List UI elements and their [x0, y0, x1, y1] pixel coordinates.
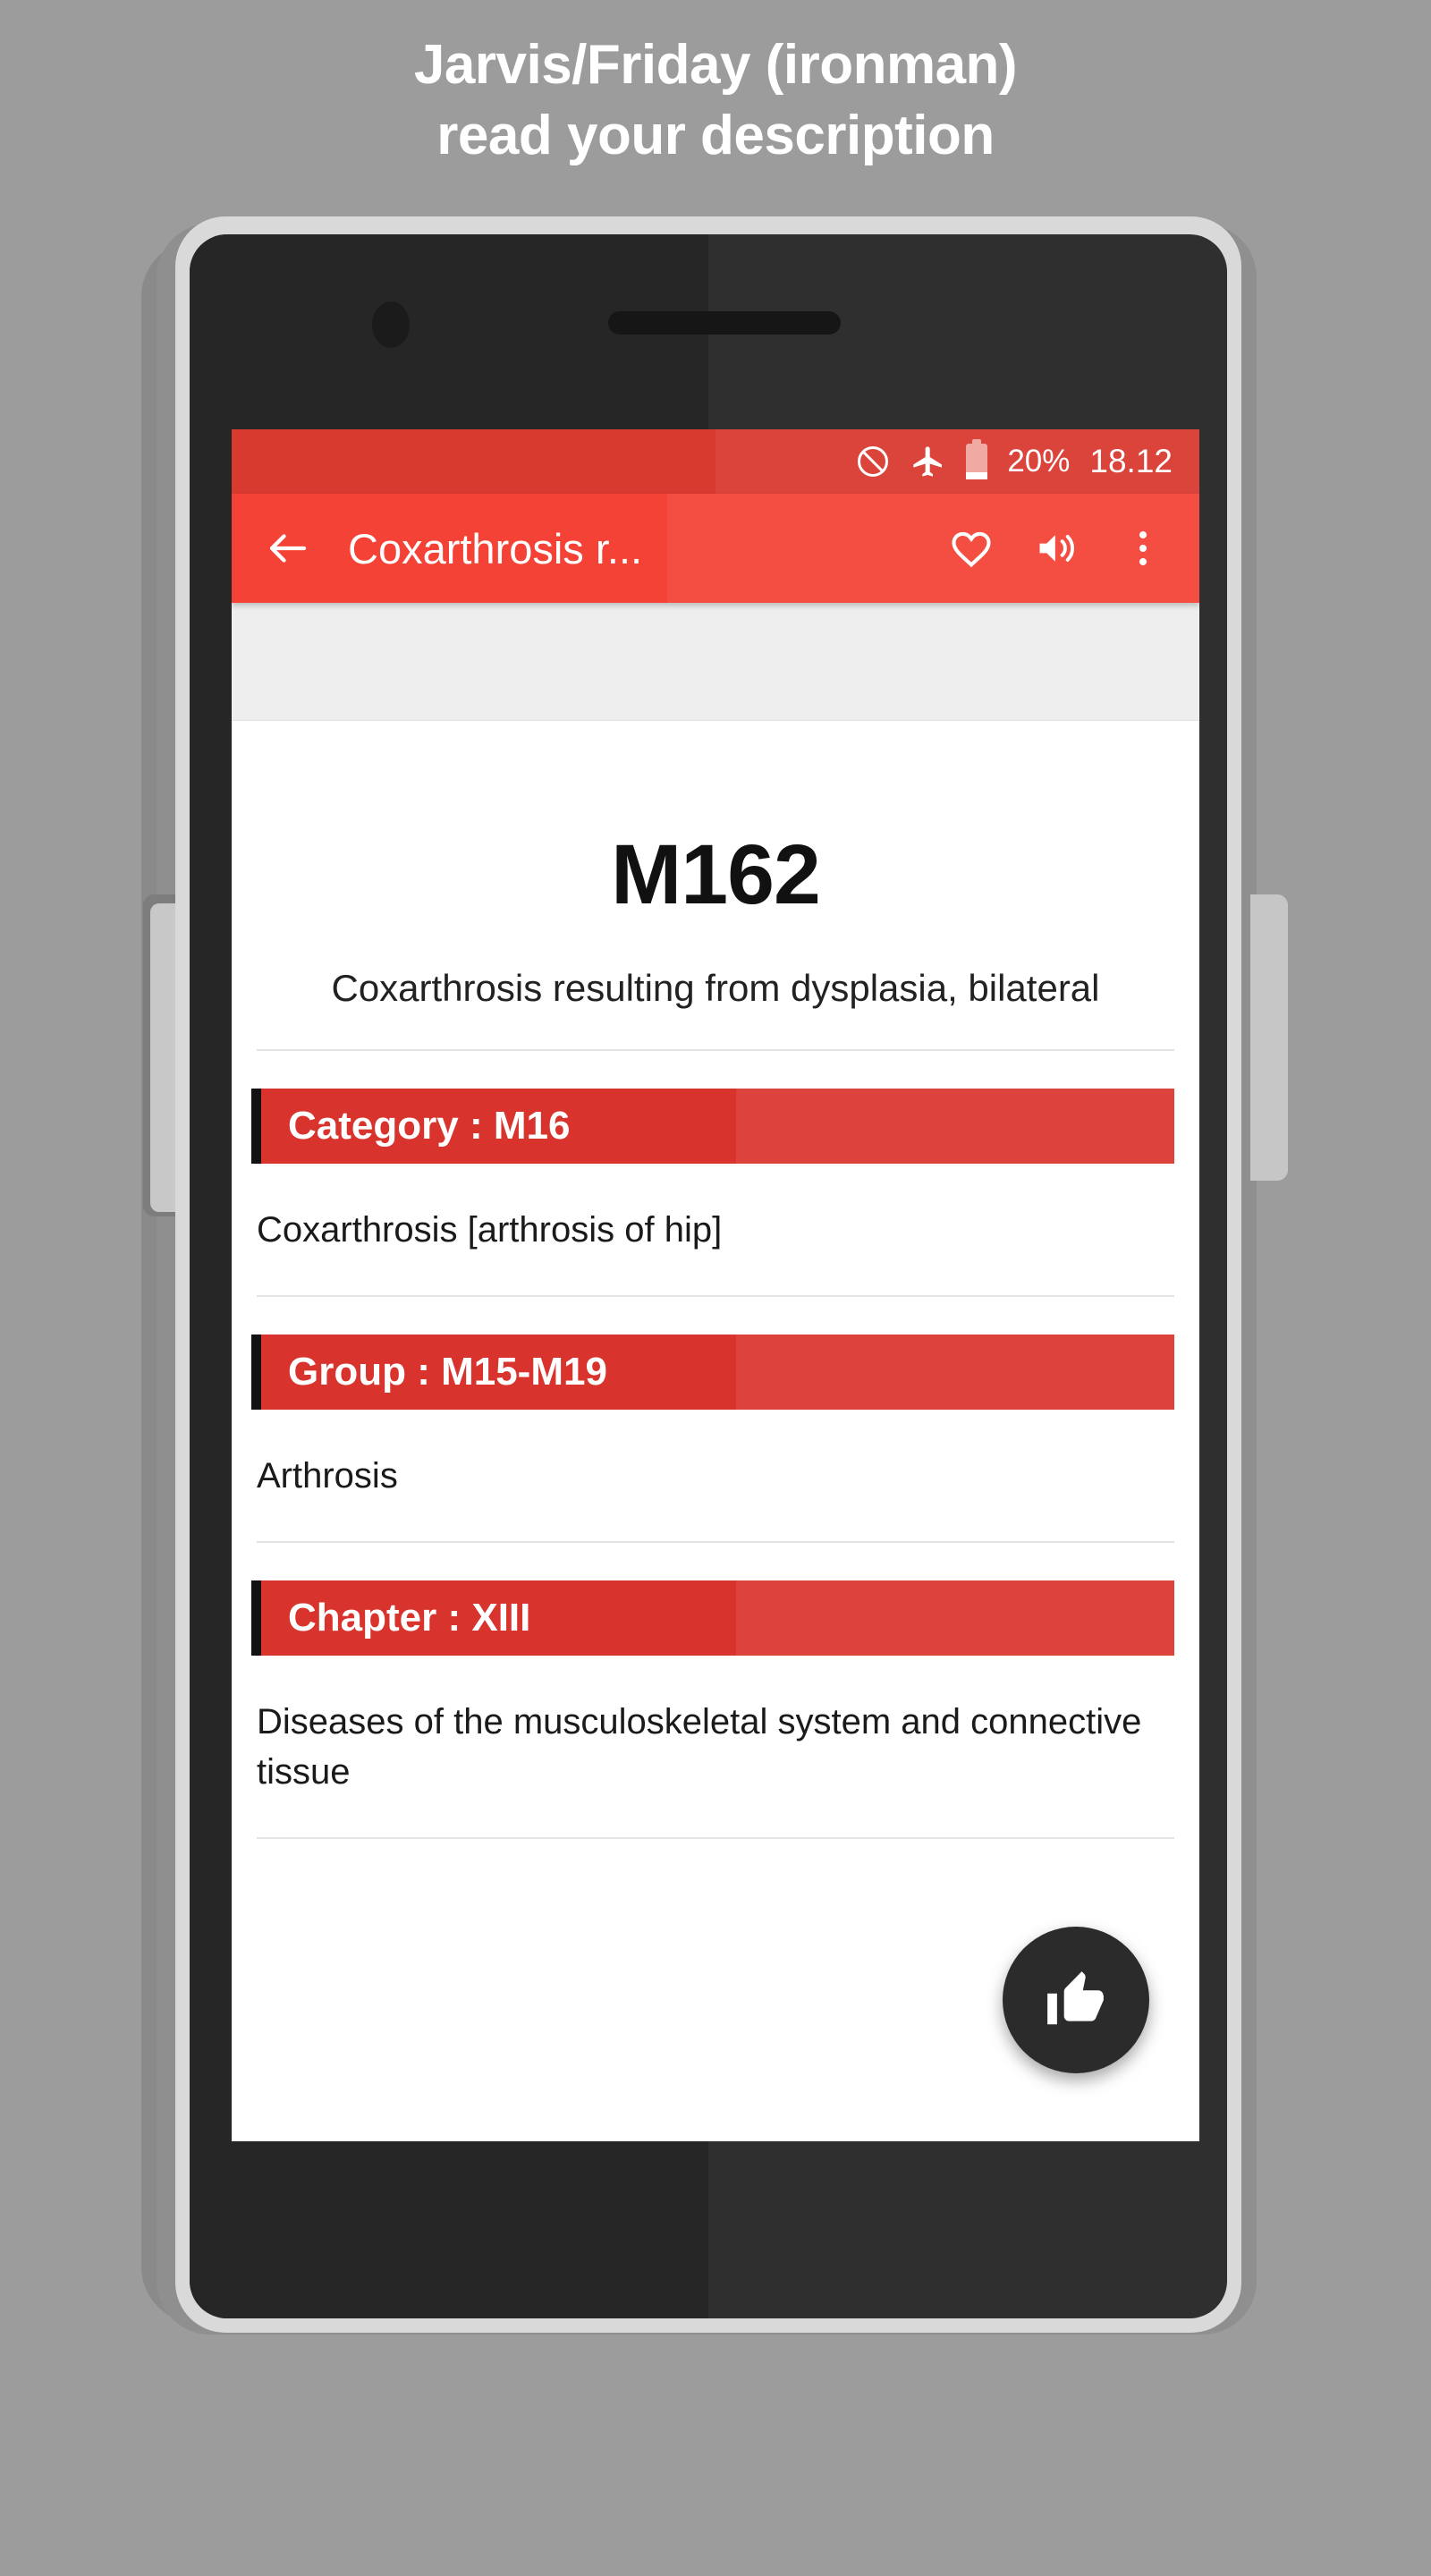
- ad-placeholder-band: [232, 603, 1199, 721]
- promo-line-2: read your description: [436, 104, 995, 166]
- app-bar: Coxarthrosis r...: [232, 494, 1199, 603]
- divider: [257, 1540, 1174, 1543]
- earpiece-speaker-icon: [608, 311, 841, 335]
- app-bar-actions: [938, 515, 1176, 581]
- overflow-menu-icon[interactable]: [1110, 515, 1176, 581]
- phone-side-button-right[interactable]: [1250, 894, 1288, 1181]
- divider: [257, 1837, 1174, 1840]
- section-header-chapter: Chapter : XIII: [251, 1580, 1174, 1656]
- promo-banner: Jarvis/Friday (ironman) read your descri…: [0, 30, 1431, 171]
- heart-outline-icon[interactable]: [938, 515, 1004, 581]
- section-header-label: Chapter : XIII: [288, 1595, 531, 1640]
- promo-line-1: Jarvis/Friday (ironman): [413, 34, 1018, 96]
- section-header-category: Category : M16: [251, 1089, 1174, 1164]
- camera-dot-icon: [372, 301, 410, 348]
- airplane-mode-icon: [910, 444, 946, 479]
- back-arrow-icon[interactable]: [255, 515, 321, 581]
- do-not-disturb-icon: [855, 444, 891, 479]
- page-title: M162: [611, 827, 821, 922]
- app-bar-title: Coxarthrosis r...: [348, 524, 643, 572]
- code-description: Coxarthrosis resulting from dysplasia, b…: [331, 967, 1100, 1009]
- phone-screen: 20% 18.12 Coxarthrosis r... M162 Coxarth…: [232, 429, 1199, 2141]
- section-header-group: Group : M15-M19: [251, 1334, 1174, 1410]
- divider: [257, 1294, 1174, 1297]
- detail-content: M162 Coxarthrosis resulting from dysplas…: [232, 721, 1199, 1840]
- like-fab-button[interactable]: [1003, 1927, 1149, 2073]
- section-header-label: Group : M15-M19: [288, 1349, 607, 1394]
- divider: [257, 1049, 1174, 1051]
- section-body-category: Coxarthrosis [arthrosis of hip]: [257, 1210, 723, 1250]
- battery-level-label: 20%: [1007, 444, 1071, 479]
- section-body-group: Arthrosis: [257, 1455, 398, 1496]
- volume-speaker-icon[interactable]: [1024, 515, 1090, 581]
- section-header-label: Category : M16: [288, 1104, 571, 1148]
- status-bar-clock: 18.12: [1089, 443, 1173, 479]
- section-body-chapter: Diseases of the musculoskeletal system a…: [257, 1701, 1142, 1792]
- thumbs-up-icon: [1041, 1963, 1111, 2038]
- battery-low-icon: [966, 439, 988, 479]
- status-bar: 20% 18.12: [232, 429, 1199, 494]
